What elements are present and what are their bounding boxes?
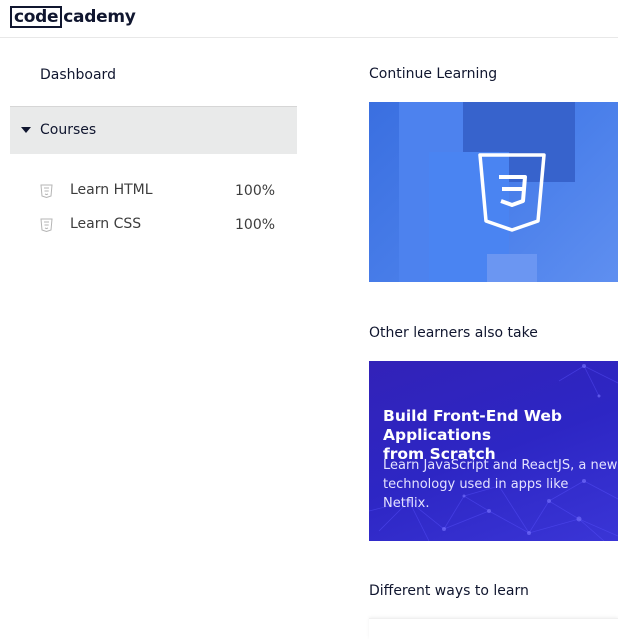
sidebar-item-courses[interactable]: Courses (10, 106, 297, 154)
top-header: code cademy (0, 0, 618, 38)
course-name: Learn HTML (70, 182, 153, 198)
other-learners-heading: Other learners also take (369, 325, 538, 341)
sidebar-item-label: Courses (40, 122, 97, 138)
logo-code-box: code (10, 6, 63, 28)
course-item-learn-css[interactable]: Learn CSS 100% (40, 216, 280, 238)
continue-course-card[interactable] (369, 102, 618, 282)
different-ways-heading: Different ways to learn (369, 583, 529, 599)
css3-icon (40, 218, 53, 232)
continue-learning-heading: Continue Learning (369, 66, 498, 82)
promo-course-card[interactable]: Build Front-End Web Applications from Sc… (369, 361, 618, 541)
html5-icon (40, 184, 53, 198)
css3-icon (478, 153, 546, 232)
promo-description: Learn JavaScript and ReactJS, a new tech… (383, 458, 618, 511)
card-decor (487, 254, 537, 282)
caret-down-icon (21, 127, 31, 133)
course-item-learn-html[interactable]: Learn HTML 100% (40, 182, 280, 204)
sidebar-item-dashboard[interactable]: Dashboard (40, 67, 116, 83)
logo-cademy-text: cademy (63, 7, 136, 27)
course-name: Learn CSS (70, 216, 142, 232)
codecademy-logo[interactable]: code cademy (10, 6, 136, 28)
learning-option-card[interactable] (369, 618, 618, 639)
course-progress: 100% (235, 217, 276, 233)
course-progress: 100% (235, 183, 276, 199)
